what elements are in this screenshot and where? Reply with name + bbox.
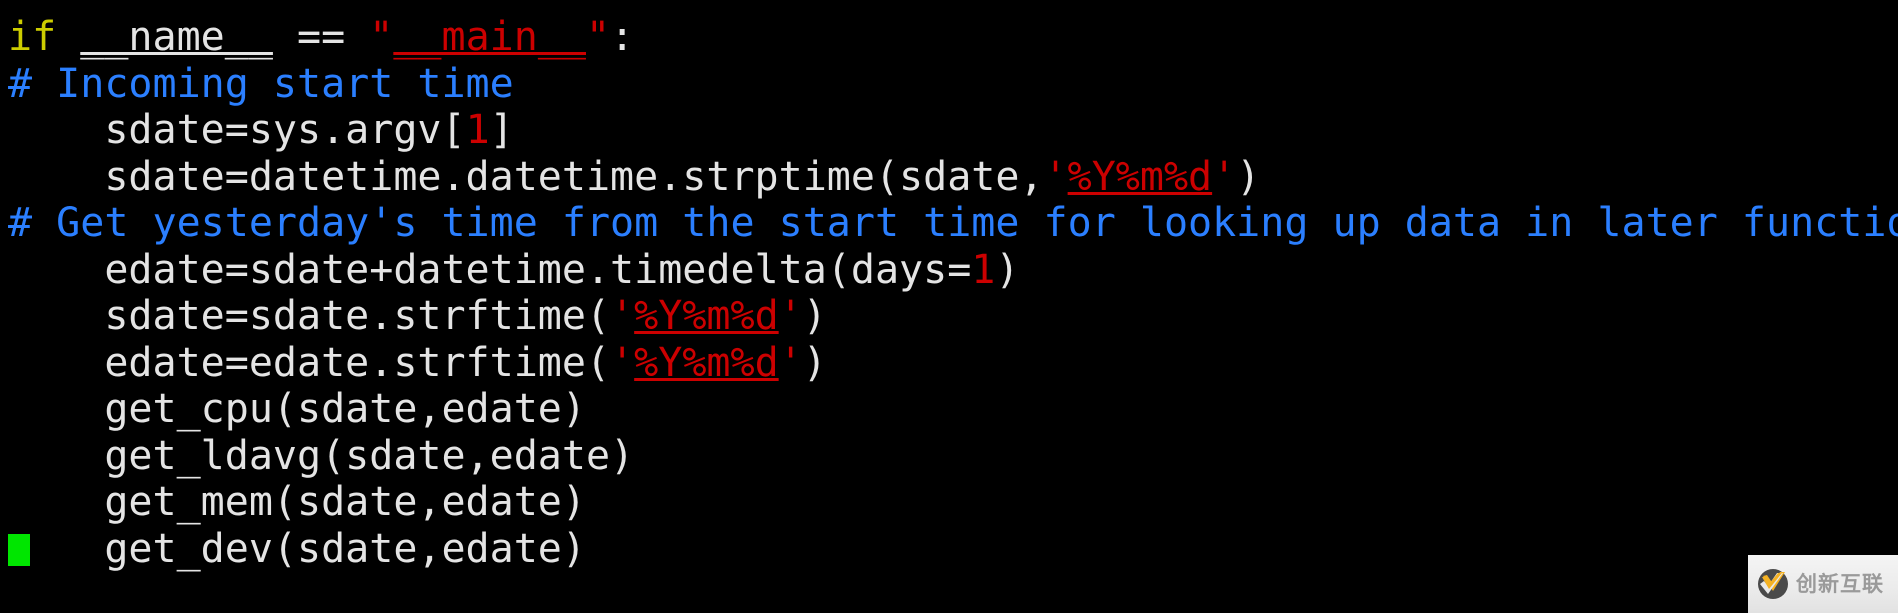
code-token: ': [610, 293, 635, 339]
code-token: 1: [465, 107, 490, 153]
code-token: get_dev(sdate,edate): [8, 525, 586, 572]
code-token: __main__: [393, 14, 586, 60]
code-line[interactable]: get_cpu(sdate,edate): [0, 386, 1898, 433]
code-line[interactable]: get_dev(sdate,edate): [0, 526, 1898, 573]
code-line[interactable]: edate=edate.strftime('%Y%m%d'): [0, 340, 1898, 387]
code-token: ==: [272, 14, 370, 60]
code-line[interactable]: sdate=datetime.datetime.strptime(sdate,'…: [0, 154, 1898, 201]
code-token: # Get yesterday's time from the start ti…: [8, 200, 1898, 246]
code-token: edate=edate.strftime(: [8, 339, 611, 386]
code-token: if: [8, 14, 57, 60]
code-token: edate=sdate+datetime.timedelta(days=: [8, 246, 972, 293]
code-token: %Y%m%d: [1067, 153, 1213, 200]
code-line[interactable]: sdate=sys.argv[1]: [0, 107, 1898, 154]
watermark-text: 创新互联: [1796, 571, 1884, 596]
code-token: %Y%m%d: [634, 339, 779, 386]
watermark: 创新互联: [1748, 555, 1898, 613]
code-token: ": [369, 14, 394, 60]
code-token: ): [802, 293, 827, 339]
code-token: get_cpu(sdate,edate): [8, 386, 586, 432]
code-token: ): [995, 246, 1020, 293]
code-line[interactable]: # Get yesterday's time from the start ti…: [0, 200, 1898, 247]
text-cursor: [8, 533, 30, 566]
code-token: :: [610, 14, 635, 60]
code-token: ': [778, 293, 803, 339]
code-token: sdate=sdate.strftime(: [8, 293, 611, 339]
terminal-window[interactable]: if __name__ == "__main__": # Incoming sta…: [0, 0, 1898, 613]
code-token: 1: [971, 246, 996, 293]
code-line[interactable]: if __name__ == "__main__":: [0, 14, 1898, 61]
code-token: ]: [489, 107, 514, 153]
code-token: ): [802, 339, 827, 386]
code-token: ': [1043, 153, 1068, 200]
code-token: ": [586, 14, 611, 60]
code-editor-content[interactable]: if __name__ == "__main__": # Incoming sta…: [0, 14, 1898, 572]
code-token: %Y%m%d: [634, 293, 779, 339]
code-line[interactable]: # Incoming start time: [0, 61, 1898, 108]
code-token: get_mem(sdate,edate): [8, 479, 586, 525]
code-token: ': [610, 339, 635, 386]
code-line[interactable]: edate=sdate+datetime.timedelta(days=1): [0, 247, 1898, 294]
code-token: ': [1212, 153, 1237, 200]
code-token: ': [778, 339, 803, 386]
code-line[interactable]: get_mem(sdate,edate): [0, 479, 1898, 526]
code-token: # Incoming start time: [8, 60, 514, 107]
watermark-logo-icon: [1756, 567, 1790, 601]
code-token: get_ldavg(sdate,edate): [8, 432, 635, 479]
code-token: sdate=datetime.datetime.strptime(sdate,: [8, 153, 1044, 200]
code-line[interactable]: get_ldavg(sdate,edate): [0, 433, 1898, 480]
code-token: sdate=sys.argv[: [8, 107, 466, 153]
code-line[interactable]: sdate=sdate.strftime('%Y%m%d'): [0, 293, 1898, 340]
code-token: ): [1236, 153, 1261, 200]
code-token: __name__: [80, 14, 273, 60]
